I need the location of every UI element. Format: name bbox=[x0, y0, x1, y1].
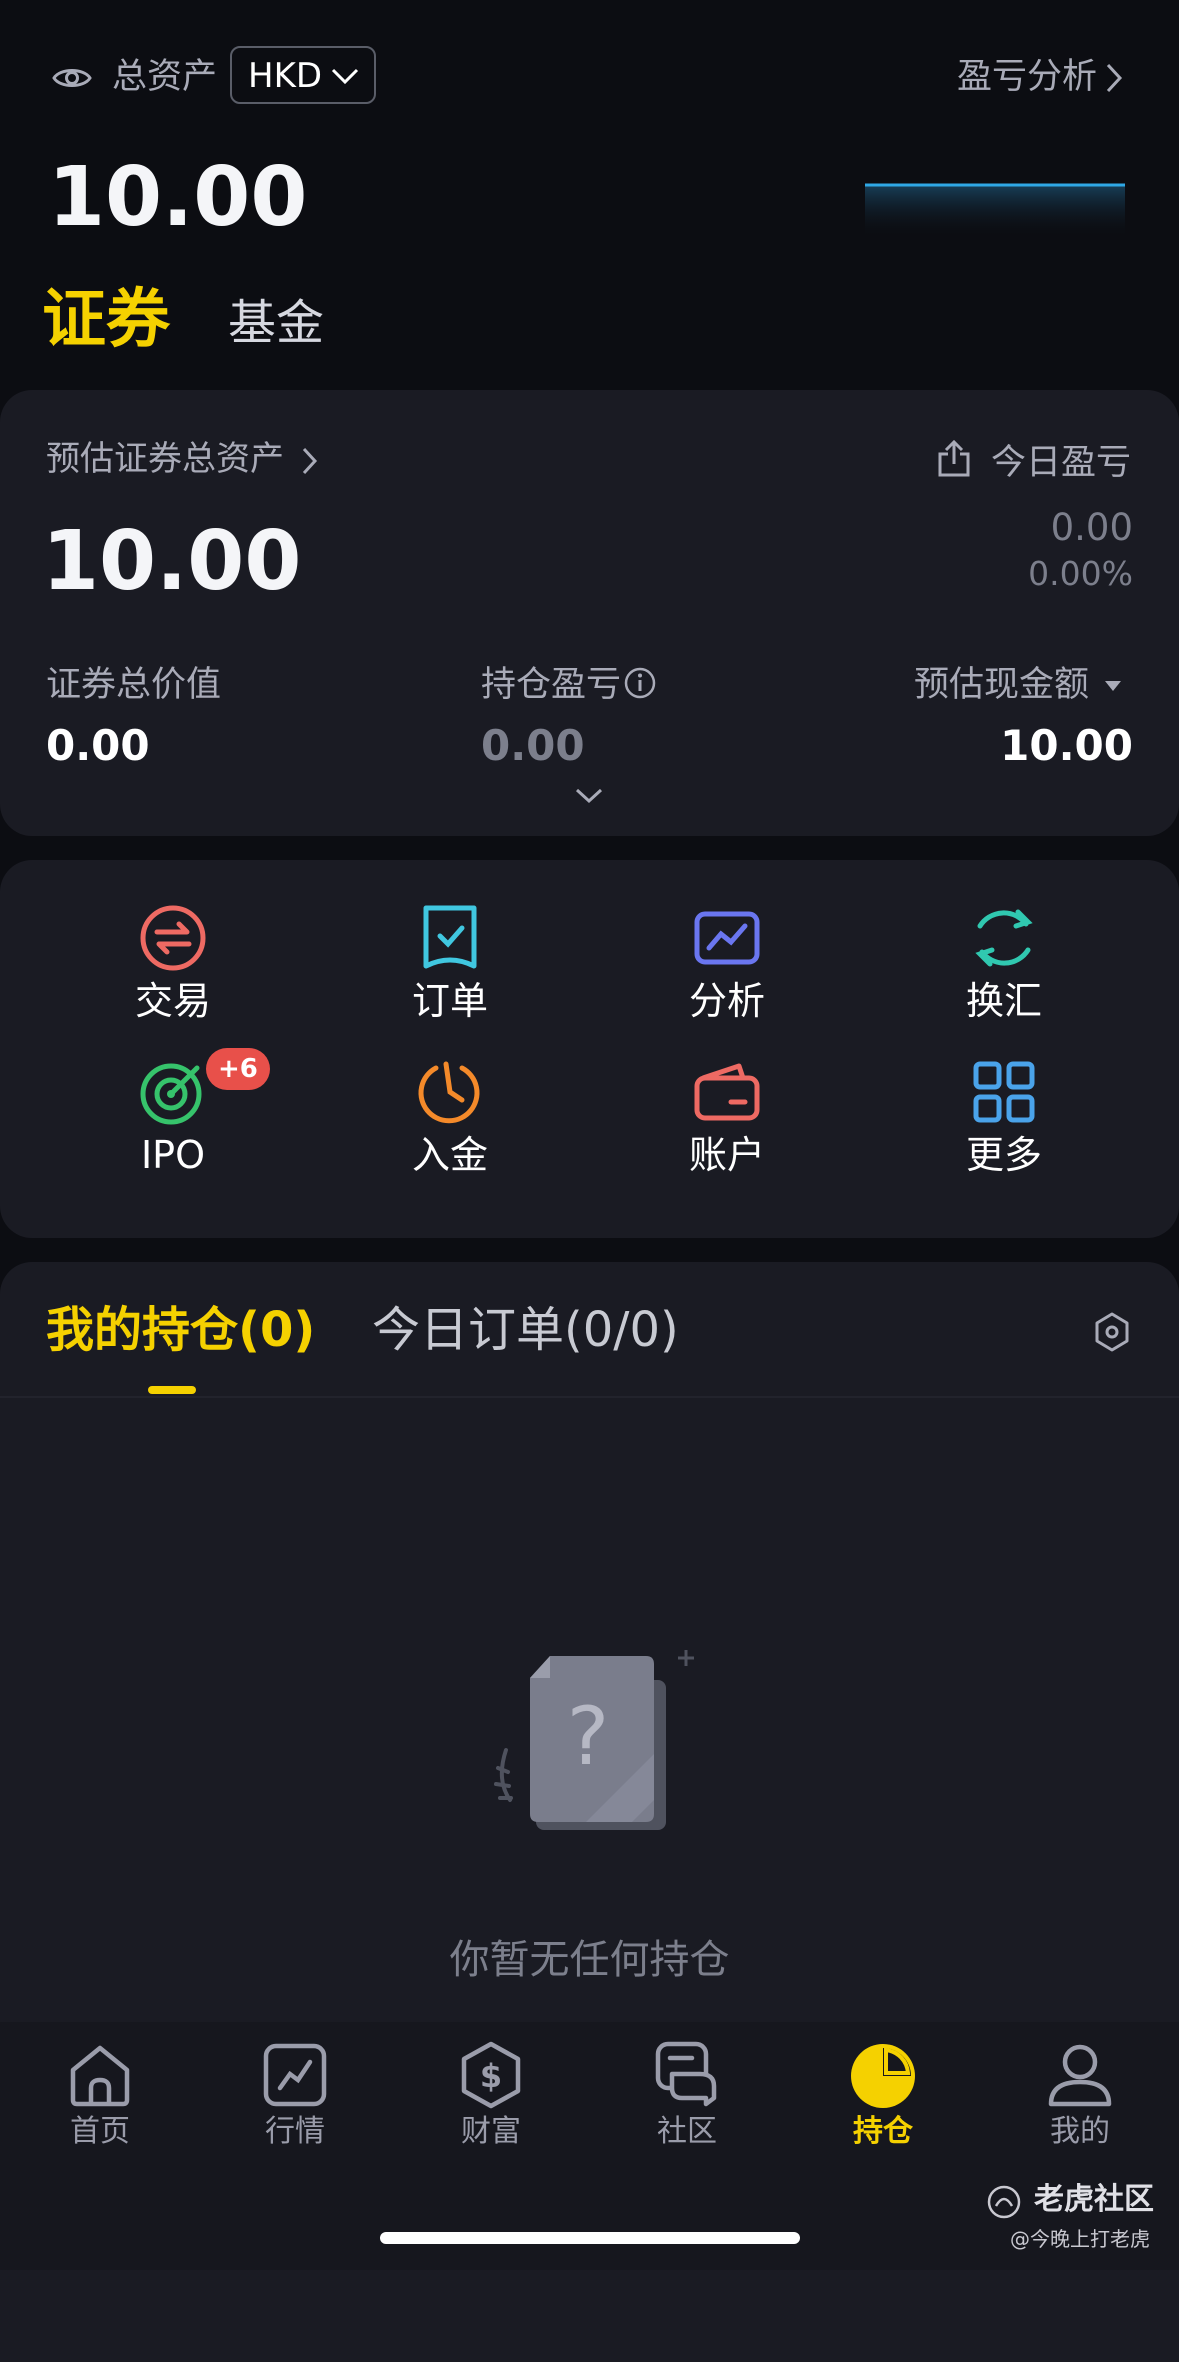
tab-today-orders[interactable]: 今日订单(0/0) bbox=[372, 1300, 679, 1360]
profile-icon bbox=[1048, 2044, 1112, 2107]
nav-market[interactable]: 行情 bbox=[225, 2040, 365, 2154]
total-assets-value: 10.00 bbox=[48, 150, 308, 245]
grid-more-icon bbox=[973, 1061, 1035, 1123]
total-assets-label: 总资产 bbox=[112, 57, 218, 97]
tab-my-holdings[interactable]: 我的持仓(0) bbox=[46, 1300, 315, 1360]
nav-home[interactable]: 首页 bbox=[30, 2040, 170, 2154]
tiger-logo-icon bbox=[987, 2185, 1021, 2219]
est-total-label: 预估证券总资产 bbox=[46, 439, 284, 479]
action-label: 分析 bbox=[688, 979, 765, 1023]
watermark-handle: @今晚上打老虎 bbox=[1010, 2227, 1150, 2251]
action-label: 入金 bbox=[411, 1133, 488, 1177]
est-cash-selector[interactable]: 预估现金额 bbox=[914, 660, 1123, 710]
settings-icon[interactable] bbox=[1090, 1310, 1134, 1354]
nav-holdings[interactable]: 持仓 bbox=[813, 2040, 953, 2154]
chevron-right-icon bbox=[302, 447, 317, 474]
nav-label: 持仓 bbox=[853, 2114, 913, 2149]
position-pnl-label: 持仓盈亏 bbox=[481, 665, 622, 705]
nav-label: 行情 bbox=[265, 2114, 325, 2149]
action-label: 账户 bbox=[688, 1133, 765, 1177]
watermark-title: 老虎社区 bbox=[1034, 2182, 1154, 2217]
est-total-value: 10.00 bbox=[42, 514, 302, 609]
action-orders[interactable]: 订单 bbox=[360, 904, 540, 1054]
chevron-right-icon bbox=[1106, 63, 1123, 93]
action-deposit[interactable]: 入金 bbox=[360, 1058, 540, 1208]
action-trade[interactable]: 交易 bbox=[83, 904, 263, 1054]
chevron-down-icon bbox=[331, 68, 359, 85]
currency-swap-icon bbox=[975, 909, 1033, 967]
action-more[interactable]: 更多 bbox=[914, 1058, 1094, 1208]
securities-value-label: 证券总价值 bbox=[46, 665, 222, 705]
empty-holdings-text: 你暂无任何持仓 bbox=[449, 1937, 730, 1983]
market-icon bbox=[263, 2043, 327, 2107]
active-tab-indicator bbox=[148, 1386, 196, 1394]
est-cash-label: 预估现金额 bbox=[913, 665, 1089, 705]
action-label: 交易 bbox=[134, 979, 211, 1023]
empty-holdings-illustration: ? bbox=[494, 1650, 694, 1830]
expand-chevron-icon[interactable] bbox=[574, 786, 604, 806]
deposit-clock-icon bbox=[418, 1061, 480, 1124]
nav-wealth[interactable]: $ 财富 bbox=[421, 2040, 561, 2154]
nav-label: 首页 bbox=[70, 2114, 130, 2149]
nav-label: 社区 bbox=[657, 2114, 717, 2149]
today-pnl-label: 今日盈亏 bbox=[990, 443, 1131, 483]
action-label: 换汇 bbox=[965, 979, 1042, 1023]
wealth-icon: $ bbox=[461, 2041, 521, 2109]
est-total-link[interactable]: 预估证券总资产 bbox=[46, 434, 319, 484]
securities-value: 0.00 bbox=[46, 721, 150, 770]
wallet-icon bbox=[694, 1063, 760, 1121]
today-pnl-value: 0.00 bbox=[1050, 506, 1133, 549]
tab-funds[interactable]: 基金 bbox=[228, 292, 324, 354]
order-check-icon bbox=[423, 905, 477, 969]
info-icon bbox=[624, 667, 656, 699]
nav-profile[interactable]: 我的 bbox=[1010, 2040, 1150, 2154]
community-icon bbox=[655, 2041, 717, 2107]
eye-icon[interactable] bbox=[52, 58, 92, 98]
nav-label: 我的 bbox=[1050, 2114, 1110, 2149]
exchange-icon bbox=[140, 905, 206, 971]
nav-label: 财富 bbox=[461, 2114, 521, 2149]
asset-sparkline[interactable] bbox=[865, 182, 1125, 238]
action-label: 订单 bbox=[411, 979, 488, 1023]
today-pnl-percent: 0.00% bbox=[1028, 554, 1133, 593]
pnl-analysis-label: 盈亏分析 bbox=[956, 57, 1097, 97]
share-icon[interactable] bbox=[936, 440, 972, 478]
caret-down-icon bbox=[1105, 681, 1121, 691]
target-icon bbox=[140, 1063, 202, 1125]
ipo-badge: +6 bbox=[206, 1048, 270, 1090]
position-pnl-info[interactable]: 持仓盈亏 bbox=[481, 660, 657, 710]
action-account[interactable]: 账户 bbox=[637, 1058, 817, 1208]
pnl-analysis-link[interactable]: 盈亏分析 bbox=[957, 52, 1123, 102]
action-label: 更多 bbox=[965, 1133, 1042, 1177]
tab-securities[interactable]: 证券 bbox=[42, 280, 170, 360]
action-currency-exchange[interactable]: 换汇 bbox=[914, 904, 1094, 1054]
home-indicator[interactable] bbox=[380, 2232, 800, 2244]
nav-community[interactable]: 社区 bbox=[617, 2040, 757, 2154]
tab-divider bbox=[0, 1396, 1179, 1398]
action-analysis[interactable]: 分析 bbox=[637, 904, 817, 1054]
svg-text:?: ? bbox=[567, 1690, 609, 1783]
currency-selector[interactable]: HKD bbox=[230, 46, 376, 104]
holdings-pie-icon bbox=[851, 2044, 915, 2108]
svg-text:$: $ bbox=[480, 2057, 502, 2095]
home-icon bbox=[70, 2045, 130, 2107]
currency-value: HKD bbox=[248, 56, 323, 96]
action-label: IPO bbox=[140, 1133, 206, 1177]
position-pnl-value: 0.00 bbox=[481, 721, 585, 770]
est-cash-value: 10.00 bbox=[1000, 721, 1133, 770]
analysis-chart-icon bbox=[694, 911, 760, 965]
